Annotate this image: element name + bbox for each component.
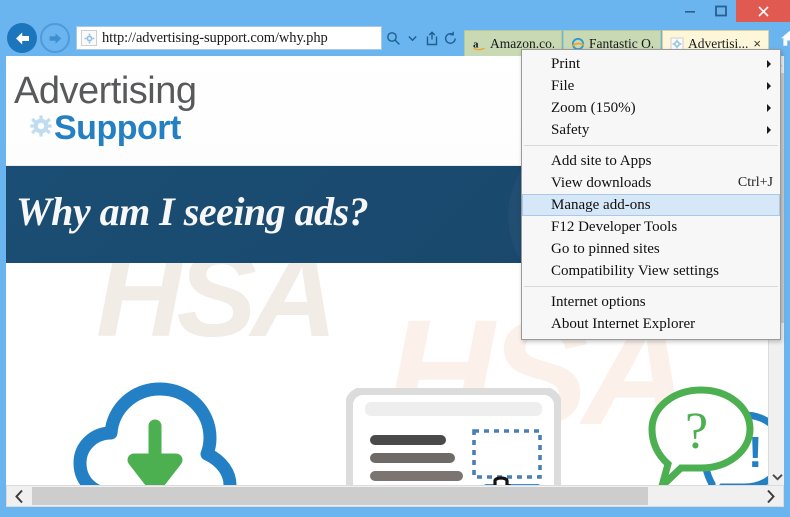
cloud-download-graphic bbox=[66, 368, 246, 485]
menu-item-label: Go to pinned sites bbox=[551, 240, 660, 257]
back-button[interactable] bbox=[7, 23, 37, 53]
forward-button[interactable] bbox=[40, 23, 70, 53]
banner-title: Why am I seeing ads? bbox=[16, 189, 369, 234]
title-bar bbox=[0, 0, 790, 22]
menu-item-label: Compatibility View settings bbox=[551, 262, 719, 279]
horizontal-scroll-track[interactable] bbox=[32, 486, 758, 506]
menu-item-add-site-to-apps[interactable]: Add site to Apps bbox=[522, 150, 780, 172]
svg-text:?: ? bbox=[685, 403, 708, 460]
address-text: http://advertising-support.com/why.php bbox=[102, 29, 328, 46]
submenu-arrow-icon bbox=[767, 82, 771, 90]
menu-item-label: Zoom (150%) bbox=[551, 99, 636, 116]
address-bar[interactable]: http://advertising-support.com/why.php bbox=[76, 26, 382, 50]
menu-item-print[interactable]: Print bbox=[522, 53, 780, 75]
menu-separator bbox=[524, 145, 778, 146]
menu-item-compatibility-view-settings[interactable]: Compatibility View settings bbox=[522, 260, 780, 282]
browser-ad-graphic bbox=[345, 387, 562, 485]
browser-window: http://advertising-support.com/why.php a bbox=[0, 0, 790, 517]
window-controls bbox=[674, 0, 790, 22]
menu-item-label: File bbox=[551, 77, 575, 94]
pin-site-icon[interactable] bbox=[422, 26, 441, 50]
menu-item-file[interactable]: File bbox=[522, 75, 780, 97]
menu-item-zoom[interactable]: Zoom (150%) bbox=[522, 97, 780, 119]
menu-item-label: Internet options bbox=[551, 293, 646, 310]
scroll-right-button[interactable] bbox=[758, 486, 783, 506]
home-icon[interactable] bbox=[778, 26, 790, 50]
menu-item-view-downloads[interactable]: View downloads Ctrl+J bbox=[522, 172, 780, 194]
logo-line-1: Advertising bbox=[14, 70, 197, 112]
chevron-down-icon[interactable] bbox=[403, 26, 422, 50]
menu-item-label: Print bbox=[551, 55, 581, 72]
amazon-icon: a bbox=[471, 36, 486, 51]
submenu-arrow-icon bbox=[767, 126, 771, 134]
menu-item-label: Safety bbox=[551, 121, 590, 138]
submenu-arrow-icon bbox=[767, 60, 771, 68]
menu-item-label: Add site to Apps bbox=[551, 152, 652, 169]
menu-item-go-to-pinned-sites[interactable]: Go to pinned sites bbox=[522, 238, 780, 260]
menu-item-safety[interactable]: Safety bbox=[522, 119, 780, 141]
maximize-button[interactable] bbox=[705, 0, 736, 22]
horizontal-scroll-thumb[interactable] bbox=[32, 487, 648, 505]
menu-item-manage-add-ons[interactable]: Manage add-ons bbox=[522, 194, 780, 216]
menu-item-shortcut: Ctrl+J bbox=[737, 175, 773, 190]
tools-menu: Print File Zoom (150%) Safety Add site t… bbox=[521, 49, 781, 340]
site-logo[interactable]: Advertising Support bbox=[14, 70, 197, 147]
refresh-icon[interactable] bbox=[441, 26, 460, 50]
menu-item-f12-developer-tools[interactable]: F12 Developer Tools bbox=[522, 216, 780, 238]
speech-bubbles-graphic: ! ? bbox=[644, 381, 768, 485]
menu-item-internet-options[interactable]: Internet options bbox=[522, 291, 780, 313]
horizontal-scrollbar[interactable] bbox=[6, 485, 784, 507]
menu-item-label: View downloads bbox=[551, 174, 652, 191]
logo-gear-icon bbox=[30, 114, 52, 142]
minimize-button[interactable] bbox=[674, 0, 705, 22]
menu-separator bbox=[524, 286, 778, 287]
scroll-left-button[interactable] bbox=[7, 486, 32, 506]
address-bar-icons bbox=[384, 26, 460, 50]
close-button[interactable] bbox=[736, 0, 790, 22]
menu-item-label: F12 Developer Tools bbox=[551, 218, 678, 235]
logo-line-2: Support bbox=[54, 109, 181, 147]
scroll-down-button[interactable] bbox=[769, 468, 784, 485]
menu-item-about-internet-explorer[interactable]: About Internet Explorer bbox=[522, 313, 780, 335]
menu-item-label: About Internet Explorer bbox=[551, 315, 696, 332]
submenu-arrow-icon bbox=[767, 104, 771, 112]
search-icon[interactable] bbox=[384, 26, 403, 50]
page-favicon-icon bbox=[81, 30, 97, 46]
menu-item-label: Manage add-ons bbox=[551, 196, 651, 213]
